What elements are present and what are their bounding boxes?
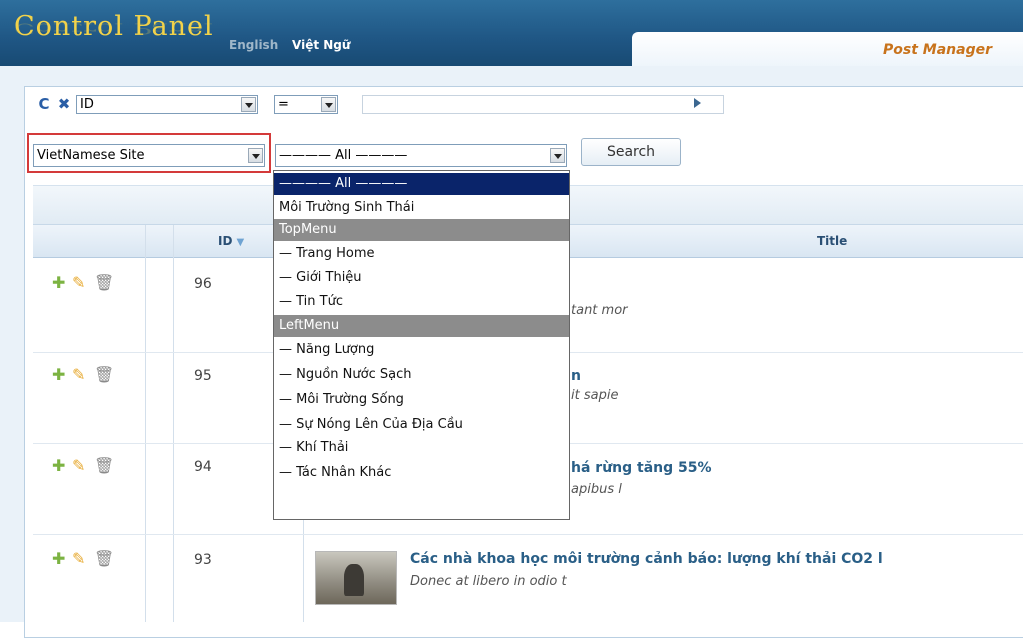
dropdown-option[interactable]: — Nguồn Nước Sạch (274, 364, 569, 386)
add-icon[interactable]: ✚ (52, 458, 72, 474)
row-id: 95 (194, 368, 212, 384)
filter-field-value: ID (80, 97, 94, 112)
row-id: 93 (194, 552, 212, 568)
header-bar: Control Panel Control Panel English Việt… (0, 0, 1023, 66)
dropdown-group-header: LeftMenu (274, 315, 569, 337)
tab-post-manager-label: Post Manager (883, 42, 992, 58)
row-actions: ✚ ✎ 🗑 (52, 275, 114, 291)
tab-post-manager[interactable]: Post Manager (632, 32, 1023, 66)
row-title-link[interactable]: n (571, 368, 581, 384)
add-icon[interactable]: ✚ (52, 551, 72, 567)
dropdown-option-selected[interactable]: ———— All ———— (274, 173, 569, 195)
row-title-link[interactable]: Các nhà khoa học môi trường cảnh báo: lư… (410, 551, 883, 567)
apply-filter-icon[interactable] (694, 98, 701, 108)
post-thumbnail[interactable] (315, 551, 397, 605)
edit-pencil-icon[interactable]: ✎ (72, 367, 94, 383)
row-actions: ✚ ✎ 🗑 (52, 367, 114, 383)
app-logo-reflection: Control Panel (14, 19, 214, 37)
row-description: tant mor (571, 303, 628, 318)
row-id: 96 (194, 276, 212, 292)
filter-value-input[interactable] (362, 95, 724, 114)
edit-pencil-icon[interactable]: ✎ (72, 458, 94, 474)
trash-icon[interactable]: 🗑 (94, 551, 114, 567)
trash-icon[interactable]: 🗑 (94, 275, 114, 291)
dropdown-option[interactable]: — Môi Trường Sống (274, 389, 569, 411)
chevron-down-icon[interactable] (550, 148, 565, 163)
row-actions: ✚ ✎ 🗑 (52, 458, 114, 474)
dropdown-option[interactable]: — Sự Nóng Lên Của Địa Cầu (274, 414, 569, 436)
row-title-link[interactable]: há rừng tăng 55% (571, 460, 712, 476)
refresh-icon[interactable]: C (36, 95, 52, 113)
lang-vietnamese-link[interactable]: Việt Ngữ (292, 38, 350, 52)
row-description: it sapie (571, 388, 619, 403)
chevron-down-icon[interactable] (321, 97, 336, 112)
add-icon[interactable]: ✚ (52, 275, 72, 291)
trash-icon[interactable]: 🗑 (94, 458, 114, 474)
dropdown-option[interactable]: — Giới Thiệu (274, 267, 569, 289)
column-divider (145, 225, 146, 622)
row-actions: ✚ ✎ 🗑 (52, 551, 114, 567)
row-divider (33, 534, 1023, 535)
dropdown-option[interactable]: — Tác Nhân Khác (274, 462, 569, 484)
column-header-title[interactable]: Title (817, 234, 847, 248)
lang-english-link[interactable]: English (229, 38, 278, 52)
dropdown-option[interactable]: Môi Trường Sinh Thái (274, 197, 569, 219)
chevron-down-icon[interactable] (241, 97, 256, 112)
category-select[interactable]: ———— All ———— (275, 144, 567, 167)
edit-pencil-icon[interactable]: ✎ (72, 275, 94, 291)
filter-field-select[interactable]: ID (76, 95, 258, 114)
edit-pencil-icon[interactable]: ✎ (72, 551, 94, 567)
dropdown-option[interactable]: — Tin Tức (274, 291, 569, 313)
filter-operator-select[interactable]: = (274, 95, 338, 114)
row-description: apibus l (571, 482, 622, 497)
dropdown-option[interactable]: — Trang Home (274, 243, 569, 265)
dropdown-group-header: TopMenu (274, 219, 569, 241)
column-divider (173, 225, 174, 622)
site-select-highlight (27, 133, 271, 173)
dropdown-option[interactable]: — Khí Thải (274, 437, 569, 459)
column-header-id[interactable]: ID ▼ (218, 234, 244, 248)
sort-desc-icon: ▼ (236, 237, 245, 248)
close-icon[interactable]: ✖ (56, 95, 72, 113)
add-icon[interactable]: ✚ (52, 367, 72, 383)
search-button[interactable]: Search (581, 138, 681, 166)
filter-operator-value: = (278, 97, 289, 112)
dropdown-option[interactable]: — Năng Lượng (274, 339, 569, 361)
category-select-value: ———— All ———— (279, 148, 408, 163)
row-description: Donec at libero in odio t (410, 574, 567, 589)
category-dropdown-list: ———— All ———— Môi Trường Sinh Thái TopMe… (273, 170, 570, 520)
row-id: 94 (194, 459, 212, 475)
trash-icon[interactable]: 🗑 (94, 367, 114, 383)
